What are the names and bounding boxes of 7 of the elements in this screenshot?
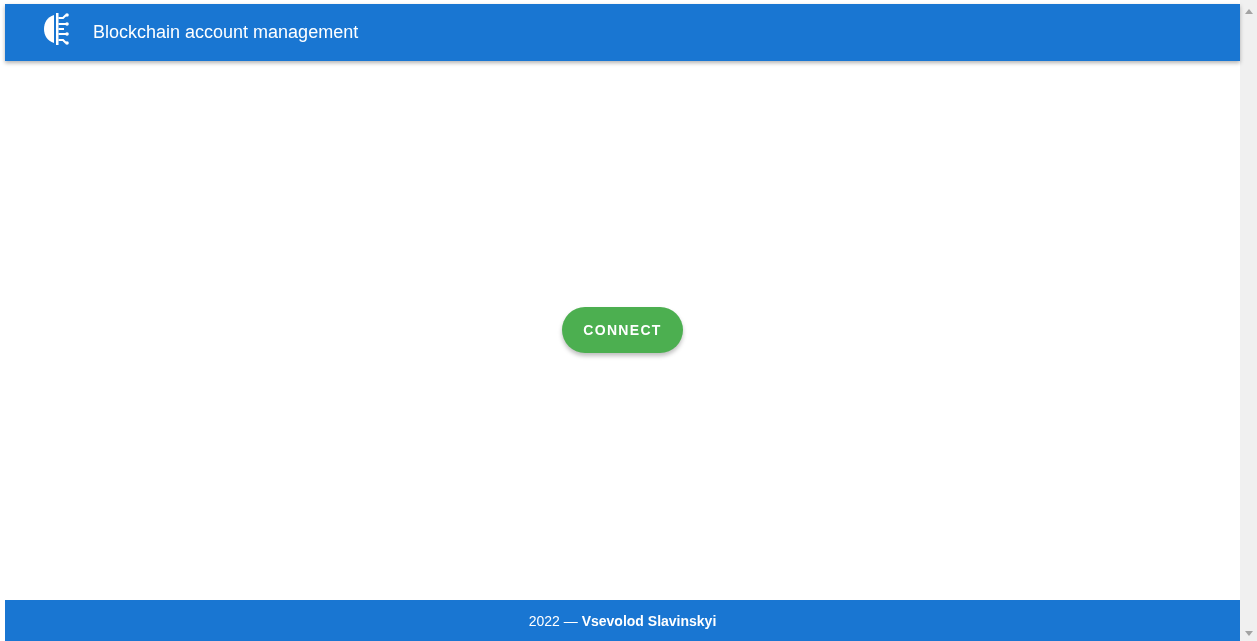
- footer-text: 2022 — Vsevolod Slavinskyi: [528, 612, 717, 629]
- logo-icon: [42, 11, 72, 46]
- app-title: Blockchain account management: [93, 21, 359, 43]
- scroll-down-icon[interactable]: [1244, 631, 1253, 636]
- scroll-up-icon[interactable]: [1244, 9, 1253, 14]
- connect-button[interactable]: CONNECT: [562, 307, 683, 353]
- scrollbar[interactable]: [1240, 0, 1257, 641]
